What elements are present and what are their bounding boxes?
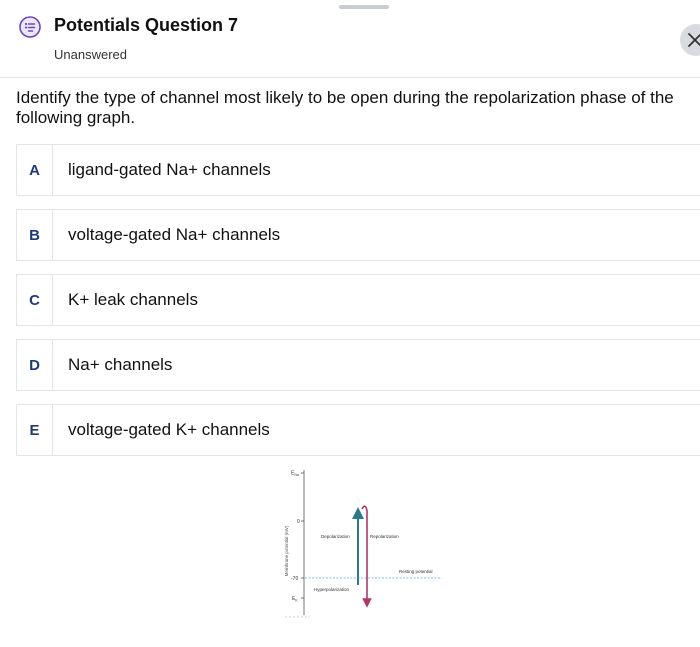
option-letter: B [17,210,53,260]
answer-status: Unanswered [54,47,127,62]
tick-minus70-label: -70 [291,576,298,582]
close-button[interactable] [680,24,700,56]
y-axis-label: Membrane potential (mV) [284,525,289,576]
tick-ek-label: EK [292,596,298,603]
option-letter: E [17,405,53,455]
answer-options: A ligand-gated Na+ channels B voltage-ga… [16,144,700,469]
option-letter: D [17,340,53,390]
option-d[interactable]: D Na+ channels [16,339,700,391]
option-letter: C [17,275,53,325]
option-a[interactable]: A ligand-gated Na+ channels [16,144,700,196]
option-e[interactable]: E voltage-gated K+ channels [16,404,700,456]
repolarization-arrow [361,505,372,608]
close-icon [688,33,700,47]
depolarization-label: Depolarization [321,534,350,539]
option-text: voltage-gated K+ channels [68,420,270,439]
hyperpolarization-label: Hyperpolarization [314,587,350,592]
option-text: voltage-gated Na+ channels [68,225,281,244]
page-title: Potentials Question 7 [54,15,239,35]
repolarization-label: Repolarization [370,534,399,539]
tick-ena-label: ENa [291,471,299,478]
question-header: Potentials Question 7 Unanswered [0,0,700,78]
question-text: Identify the type of channel most likely… [16,88,674,127]
resting-potential-label: Resting potential [399,569,433,574]
option-b[interactable]: B voltage-gated Na+ channels [16,209,700,261]
option-text: Na+ channels [68,355,173,374]
action-potential-graph: Membrane potential (mV) ENa 0 -70 EK Dep… [280,465,450,620]
option-text: ligand-gated Na+ channels [68,160,271,179]
tick-zero-label: 0 [297,519,300,525]
option-letter: A [17,145,53,195]
option-c[interactable]: C K+ leak channels [16,274,700,326]
question-list-icon [18,15,42,39]
option-text: K+ leak channels [68,290,198,309]
